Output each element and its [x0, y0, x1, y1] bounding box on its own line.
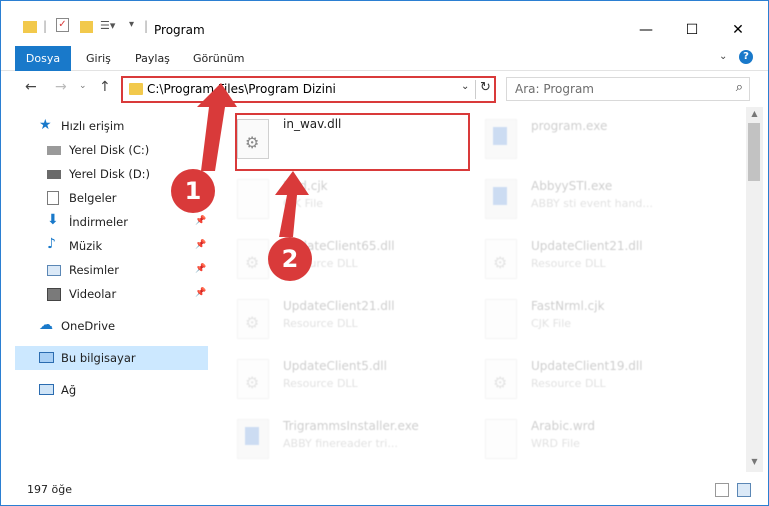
- step-badge-2: 2: [268, 237, 312, 281]
- explorer-window: | ✓ ☰▾ ▾ | Program — ☐ ✕ Dosya Giriş Pay…: [0, 0, 769, 506]
- annotation-arrows: [197, 83, 309, 237]
- arrow-2: [275, 171, 309, 237]
- arrow-1: [197, 83, 237, 171]
- step-badge-1: 1: [171, 169, 215, 213]
